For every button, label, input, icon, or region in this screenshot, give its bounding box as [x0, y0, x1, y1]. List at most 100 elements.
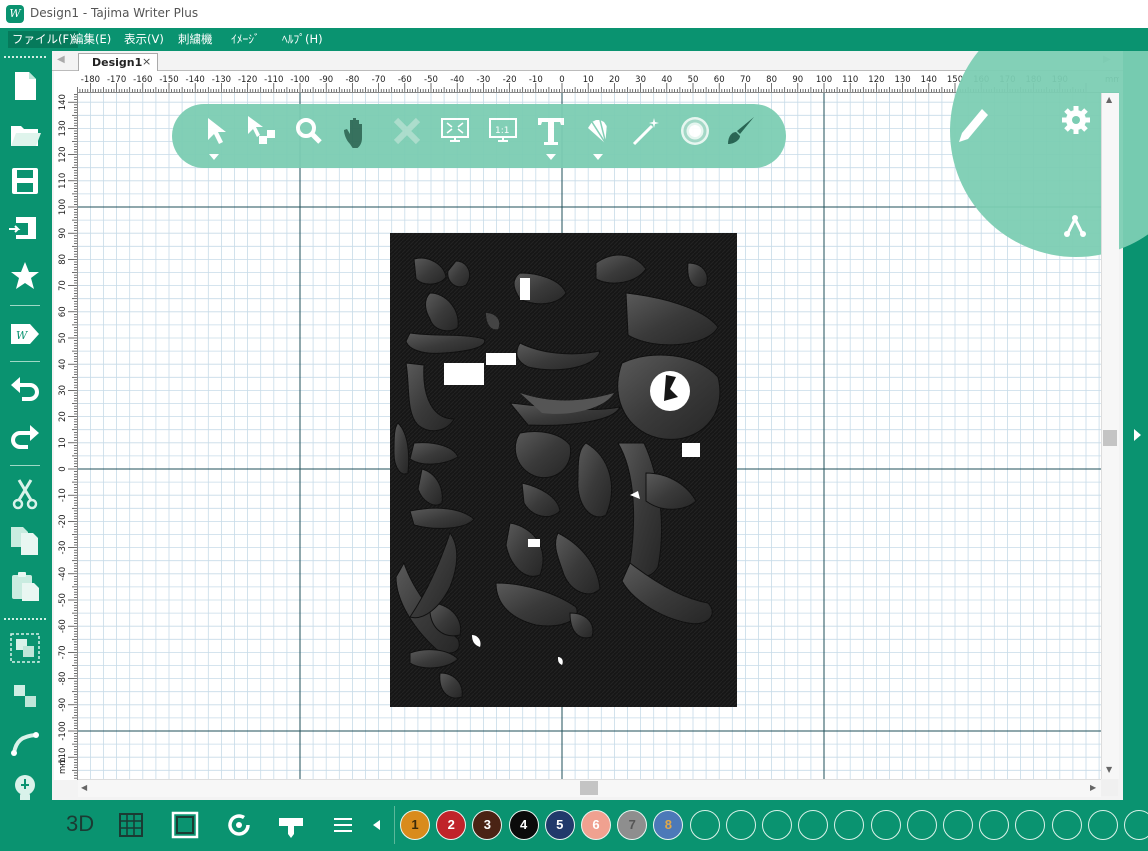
empty-thread-slot[interactable]	[689, 810, 720, 840]
ruler-label: -100	[58, 721, 68, 740]
scroll-right-icon[interactable]: ▶	[1090, 783, 1096, 792]
horizontal-scroll-thumb[interactable]	[580, 781, 598, 795]
view-3d-button[interactable]: 3D	[66, 811, 94, 837]
send-to-machine-icon[interactable]	[8, 211, 42, 245]
select-dropdown-icon[interactable]	[209, 154, 219, 160]
thread-swatch[interactable]: 5	[544, 810, 575, 840]
text-dropdown-icon[interactable]	[546, 154, 556, 160]
path-icon[interactable]	[8, 725, 42, 759]
magic-wand-icon[interactable]	[630, 114, 664, 148]
menu-bar: ファイル(F) 編集(E) 表示(V) 刺繍機 ｲﾒｰｼﾞ ﾍﾙﾌﾟ(H)	[0, 28, 1148, 51]
svg-text:W: W	[16, 329, 29, 342]
menu-image[interactable]: ｲﾒｰｼﾞ	[227, 31, 264, 48]
ruler-label: -10	[58, 488, 68, 502]
vertical-scroll-thumb[interactable]	[1103, 430, 1117, 446]
menu-edit[interactable]: 編集(E)	[68, 31, 115, 48]
vertical-scrollbar[interactable]: ▲ ▼	[1101, 93, 1119, 779]
grid-toggle-icon[interactable]	[114, 808, 148, 842]
empty-thread-slot[interactable]	[1051, 810, 1082, 840]
scroll-left-icon[interactable]: ◀	[81, 783, 87, 792]
ruler-label: 30	[58, 385, 68, 396]
ruler-label: -70	[58, 645, 68, 659]
ruler-label: -110	[264, 75, 283, 85]
text-tool-icon[interactable]	[534, 114, 568, 148]
undo-icon[interactable]	[8, 373, 42, 407]
svg-text:1:1: 1:1	[495, 126, 509, 136]
ruler-label: 10	[583, 75, 594, 85]
empty-thread-slot[interactable]	[725, 810, 756, 840]
export-writer-icon[interactable]: W	[8, 317, 42, 351]
ruler-corner	[54, 71, 77, 92]
list-icon[interactable]	[326, 808, 360, 842]
cut-icon[interactable]	[8, 477, 42, 511]
actual-size-icon[interactable]: 1:1	[486, 114, 520, 148]
horizontal-scrollbar[interactable]: ◀ ▶	[78, 779, 1101, 797]
menu-help[interactable]: ﾍﾙﾌﾟ(H)	[278, 31, 327, 48]
effect-dropdown-icon[interactable]	[593, 154, 603, 160]
empty-thread-slot[interactable]	[870, 810, 901, 840]
ruler-label: 40	[58, 359, 68, 370]
brush-icon[interactable]	[724, 114, 758, 148]
left-toolbar: W	[0, 51, 52, 851]
empty-thread-slot[interactable]	[762, 810, 792, 840]
ruler-label: -160	[133, 75, 152, 85]
empty-thread-slot[interactable]	[979, 810, 1010, 840]
toolbar-grip	[4, 618, 46, 623]
empty-thread-slot[interactable]	[943, 810, 973, 840]
pan-hand-icon[interactable]	[340, 114, 374, 150]
ruler-label: -20	[503, 75, 517, 85]
zoom-icon[interactable]	[292, 114, 326, 148]
refresh-icon[interactable]	[222, 808, 256, 842]
expand-panel-icon[interactable]	[1128, 420, 1148, 450]
new-file-icon[interactable]	[8, 69, 42, 103]
toolbar-separator	[10, 305, 40, 306]
fit-screen-icon[interactable]	[438, 114, 472, 148]
empty-thread-slot[interactable]	[798, 810, 829, 840]
tab-scroll-left-icon[interactable]: ◀	[57, 54, 65, 65]
ruler-label: -80	[58, 672, 68, 686]
empty-thread-slot[interactable]	[906, 810, 937, 840]
redo-icon[interactable]	[8, 421, 42, 455]
settings-gear-icon[interactable]	[1062, 106, 1090, 134]
empty-thread-slot[interactable]	[1087, 810, 1118, 840]
ruler-label: -50	[424, 75, 438, 85]
thread-swatch[interactable]: 2	[436, 810, 467, 840]
scroll-up-icon[interactable]: ▲	[1106, 95, 1112, 104]
thread-swatch[interactable]: 6	[581, 810, 611, 840]
sphere-icon[interactable]	[678, 114, 712, 148]
ruler-label: -30	[476, 75, 490, 85]
node-select-icon[interactable]	[244, 114, 278, 148]
group-icon[interactable]	[8, 631, 42, 665]
tab-close-icon[interactable]: ×	[142, 55, 151, 68]
ruler-label: -40	[450, 75, 464, 85]
embroidery-design[interactable]	[390, 233, 737, 707]
ruler-label: 100	[58, 199, 68, 215]
menu-view[interactable]: 表示(V)	[120, 31, 168, 48]
save-icon[interactable]	[8, 164, 42, 198]
frame-icon[interactable]	[168, 808, 202, 842]
fan-effect-icon[interactable]	[582, 114, 616, 148]
delete-x-icon[interactable]	[390, 114, 424, 148]
thread-swatch[interactable]: 7	[617, 810, 648, 840]
ruler-label: -130	[212, 75, 231, 85]
ruler-label: -150	[159, 75, 178, 85]
copy-icon[interactable]	[8, 523, 42, 557]
thread-swatch[interactable]: 4	[508, 810, 539, 840]
thread-swatch[interactable]: 1	[400, 810, 430, 840]
ungroup-icon[interactable]	[8, 679, 42, 713]
open-folder-icon[interactable]	[8, 117, 42, 151]
ruler-label: -80	[345, 75, 359, 85]
menu-embroidery-machine[interactable]: 刺繍機	[174, 31, 217, 48]
ruler-label: -170	[107, 75, 126, 85]
ruler-label: 0	[58, 466, 68, 471]
needle-icon[interactable]	[274, 808, 308, 842]
empty-thread-slot[interactable]	[1124, 810, 1148, 840]
star-icon[interactable]	[8, 259, 42, 293]
paste-icon[interactable]	[8, 569, 42, 603]
toolbar-separator	[10, 465, 40, 466]
ruler-label: 40	[661, 75, 672, 85]
scroll-down-icon[interactable]: ▼	[1106, 765, 1112, 774]
ruler-label: 20	[58, 411, 68, 422]
palette-prev-icon[interactable]	[362, 808, 396, 842]
select-arrow-icon[interactable]	[198, 114, 232, 148]
